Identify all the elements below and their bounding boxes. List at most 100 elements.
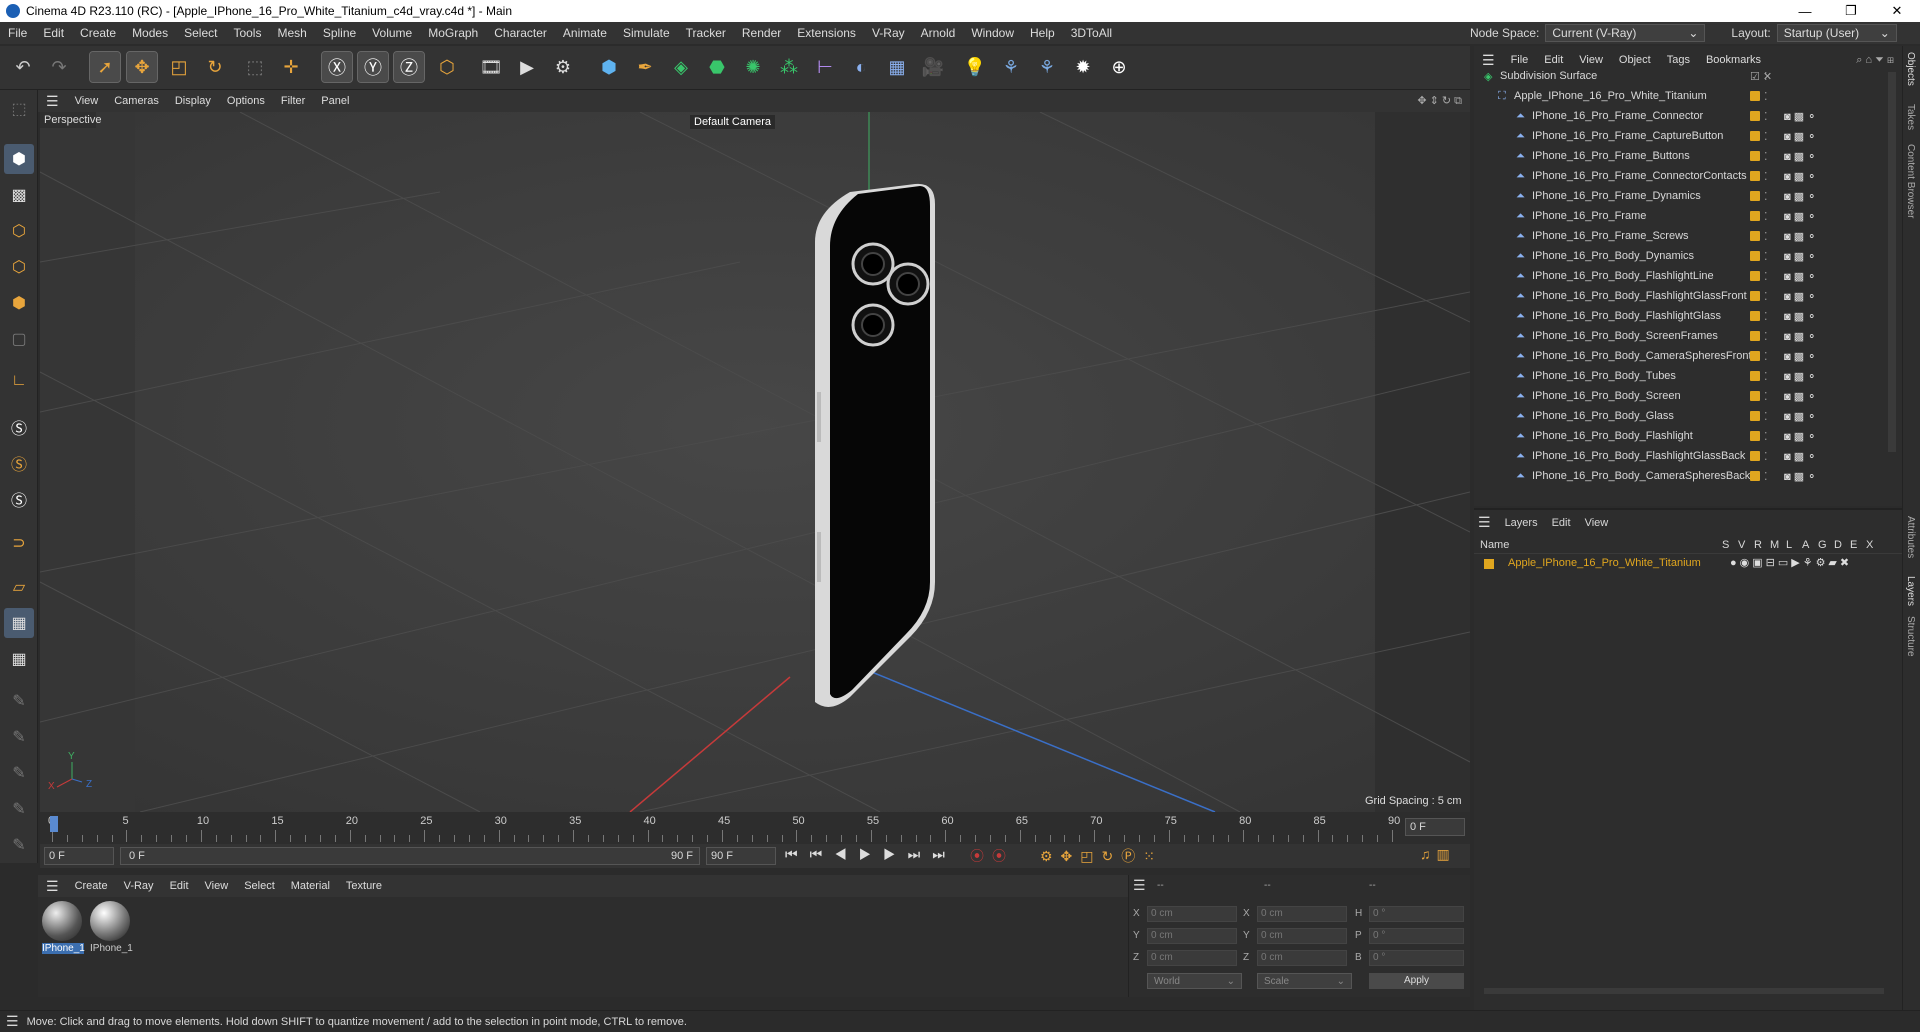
snap-icon[interactable]: Ⓢ <box>4 412 34 442</box>
visibility-dots-icon[interactable]: ⁚ <box>1764 430 1768 443</box>
visibility-dots-icon[interactable]: ⁚ <box>1764 90 1768 103</box>
menu-modes[interactable]: Modes <box>124 26 176 40</box>
visibility-dots-icon[interactable]: ⁚ <box>1764 250 1768 263</box>
scale-select[interactable]: Scale ⌄ <box>1257 973 1352 989</box>
menu-help[interactable]: Help <box>1022 26 1063 40</box>
material-tags-icon[interactable]: ◙ ▩ ⚬ <box>1784 410 1816 423</box>
menu-extensions[interactable]: Extensions <box>789 26 864 40</box>
viewport-menu-panel[interactable]: Panel <box>313 95 357 107</box>
menu-file[interactable]: File <box>0 26 35 40</box>
layer-col-a[interactable]: A <box>1802 539 1809 551</box>
hamburger-icon[interactable]: ☰ <box>1478 514 1491 531</box>
menu-mesh[interactable]: Mesh <box>269 26 314 40</box>
material-swatch[interactable]: IPhone_1 <box>42 901 85 959</box>
menu-select[interactable]: Select <box>176 26 225 40</box>
material-tags-icon[interactable]: ◙ ▩ ⚬ <box>1784 150 1816 163</box>
object-row[interactable]: ⏶ IPhone_16_Pro_Frame_ConnectorContacts ⁚ ◙… <box>1474 166 1902 186</box>
record-keys-icon[interactable]: ⦿⦿ <box>970 846 1014 866</box>
rot-b-field[interactable]: 0 ° <box>1369 950 1464 966</box>
maximize-button[interactable]: ❐ <box>1828 3 1874 19</box>
grid-plane-icon[interactable]: ▦ <box>4 608 34 638</box>
end-frame-field[interactable]: 90 F <box>706 847 776 865</box>
object-scrollbar[interactable] <box>1888 72 1896 452</box>
minimize-button[interactable]: — <box>1782 4 1828 19</box>
viewport-nav-icons[interactable]: ✥ ⇕ ↻ ⧉ <box>1409 94 1470 108</box>
locked-workplane-icon[interactable]: ▦ <box>4 644 34 674</box>
enable-check-icon[interactable]: ☑ ✕ <box>1750 70 1772 83</box>
menu-v-ray[interactable]: V-Ray <box>864 26 913 40</box>
layer-col-m[interactable]: M <box>1770 539 1779 551</box>
material-tags-icon[interactable]: ◙ ▩ ⚬ <box>1784 230 1816 243</box>
world-select[interactable]: World ⌄ <box>1147 973 1242 989</box>
mograph-icon[interactable]: ⁂ <box>774 52 804 82</box>
snap-settings-icon[interactable]: Ⓢ <box>4 448 34 478</box>
material-tags-icon[interactable]: ◙ ▩ ⚬ <box>1784 250 1816 263</box>
material-swatch[interactable]: IPhone_1 <box>90 901 133 959</box>
layer-toggle-icons[interactable]: ●◉▣⊟▭▶⚘⚙▰✖ <box>1730 556 1852 569</box>
viewport-menu-options[interactable]: Options <box>219 95 273 107</box>
current-frame-field[interactable]: 0 F <box>1405 818 1465 836</box>
tab-takes[interactable]: Takes <box>1905 104 1916 130</box>
render-picture-viewer-icon[interactable]: ▶ <box>512 52 542 82</box>
layer-col-x[interactable]: X <box>1866 539 1873 551</box>
menu-spline[interactable]: Spline <box>315 26 364 40</box>
menu-window[interactable]: Window <box>963 26 1022 40</box>
visibility-dots-icon[interactable]: ⁚ <box>1764 190 1768 203</box>
object-row[interactable]: ⏶ IPhone_16_Pro_Body_CameraSpheresFront ⁚ ◙… <box>1474 346 1902 366</box>
edges-mode-icon[interactable]: ⬡ <box>4 252 34 282</box>
object-row[interactable]: ⏶ IPhone_16_Pro_Body_Glass ⁚ ◙ ▩ ⚬ <box>1474 406 1902 426</box>
object-row[interactable]: ⏶ IPhone_16_Pro_Body_CameraSpheresBack ⁚ ◙ … <box>1474 466 1902 486</box>
mat-menu-view[interactable]: View <box>197 880 237 892</box>
pen-spline-icon[interactable]: ✒ <box>630 52 660 82</box>
visibility-dots-icon[interactable]: ⁚ <box>1764 350 1768 363</box>
viewport-menu-view[interactable]: View <box>67 95 107 107</box>
select-arrow-icon[interactable]: ➚ <box>89 51 121 83</box>
visibility-dots-icon[interactable]: ⁚ <box>1764 390 1768 403</box>
object-row[interactable]: ⏶ IPhone_16_Pro_Body_Screen ⁚ ◙ ▩ ⚬ <box>1474 386 1902 406</box>
tab-layers[interactable]: Layers <box>1905 576 1916 606</box>
object-row[interactable]: ⏶ IPhone_16_Pro_Frame ⁚ ◙ ▩ ⚬ <box>1474 206 1902 226</box>
object-row[interactable]: ⏶ IPhone_16_Pro_Frame_Buttons ⁚ ◙ ▩ ⚬ <box>1474 146 1902 166</box>
object-row[interactable]: ⏶ IPhone_16_Pro_Body_FlashlightGlassFront… <box>1474 286 1902 306</box>
material-tags-icon[interactable]: ◙ ▩ ⚬ <box>1784 350 1816 363</box>
hamburger-icon[interactable]: ☰ <box>0 1013 19 1030</box>
light-icon[interactable]: 💡 <box>960 52 990 82</box>
layer-col-l[interactable]: L <box>1786 539 1792 551</box>
hamburger-icon[interactable]: ☰ <box>1133 877 1146 894</box>
apply-button[interactable]: Apply <box>1369 973 1464 989</box>
layer-row[interactable]: Apple_IPhone_16_Pro_White_Titanium ●◉▣⊟▭… <box>1484 556 1884 572</box>
timeline-settings-icons[interactable]: ♫▥ <box>1420 846 1456 863</box>
size-y-field[interactable]: 0 cm <box>1257 928 1347 944</box>
workplane-icon[interactable]: ▱ <box>4 572 34 602</box>
frame-range-slider[interactable]: 0 F 90 F <box>120 847 700 865</box>
timeline-ruler[interactable]: 051015202530354045505560657075808590 0 F <box>40 812 1470 844</box>
object-row[interactable]: ⏶ IPhone_16_Pro_Frame_Screws ⁚ ◙ ▩ ⚬ <box>1474 226 1902 246</box>
material-tags-icon[interactable]: ◙ ▩ ⚬ <box>1784 430 1816 443</box>
camera-label[interactable]: Default Camera <box>690 115 776 129</box>
magnet-icon[interactable]: ⊃ <box>4 528 34 558</box>
extrude-icon[interactable]: ⬣ <box>702 52 732 82</box>
hamburger-icon[interactable]: ☰ <box>38 93 67 110</box>
scale-icon[interactable]: ◰ <box>164 52 194 82</box>
menu-arnold[interactable]: Arnold <box>913 26 964 40</box>
layer-col-d[interactable]: D <box>1834 539 1842 551</box>
layer-col-g[interactable]: G <box>1818 539 1827 551</box>
menu-volume[interactable]: Volume <box>364 26 420 40</box>
mat-menu-texture[interactable]: Texture <box>338 880 390 892</box>
python-icon[interactable]: ⚘ <box>996 52 1026 82</box>
layer-hscrollbar[interactable] <box>1484 988 1884 994</box>
pos-x-field[interactable]: 0 cm <box>1147 906 1237 922</box>
visibility-dots-icon[interactable]: ⁚ <box>1764 130 1768 143</box>
material-tags-icon[interactable]: ◙ ▩ ⚬ <box>1784 450 1816 463</box>
vray-globe-icon[interactable]: ⊕ <box>1104 52 1134 82</box>
menu-mograph[interactable]: MoGraph <box>420 26 486 40</box>
vray-settings-icon[interactable]: ✹ <box>1068 52 1098 82</box>
size-z-field[interactable]: 0 cm <box>1257 950 1347 966</box>
pos-y-field[interactable]: 0 cm <box>1147 928 1237 944</box>
render-settings-icon[interactable]: ⚙ <box>548 52 578 82</box>
visibility-dots-icon[interactable]: ⁚ <box>1764 110 1768 123</box>
visibility-dots-icon[interactable]: ⁚ <box>1764 290 1768 303</box>
visibility-dots-icon[interactable]: ⁚ <box>1764 210 1768 223</box>
material-tags-icon[interactable]: ◙ ▩ ⚬ <box>1784 190 1816 203</box>
cube-icon[interactable]: ⬢ <box>594 52 624 82</box>
